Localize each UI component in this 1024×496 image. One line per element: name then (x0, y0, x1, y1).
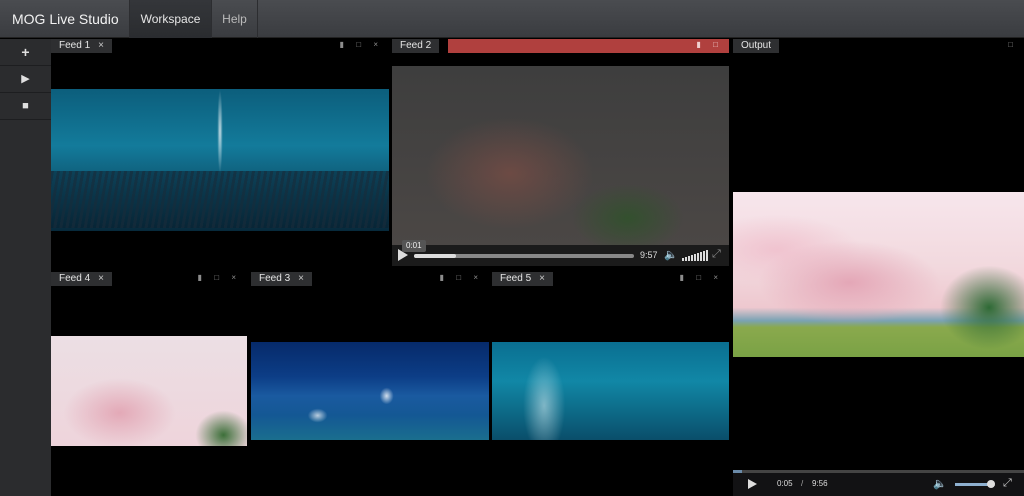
feed3-label: Feed 3 (259, 273, 291, 284)
feed4-header: Feed 4 × ▮ □ × (51, 272, 247, 286)
feed2-active-bar (448, 39, 729, 53)
feed1-label: Feed 1 (59, 40, 91, 51)
output-duration: 9:56 (812, 479, 828, 488)
feed1-panel-icons[interactable]: ▮ □ × (340, 40, 383, 52)
output-label: Output (741, 40, 772, 51)
feed3-tab[interactable]: Feed 3 × (251, 272, 312, 286)
feed4-panel-icons[interactable]: ▮ □ × (198, 273, 241, 285)
volume-bar (691, 255, 693, 261)
stop-button[interactable]: ■ (0, 93, 51, 120)
feed5-panel-icons[interactable]: ▮ □ × (680, 273, 723, 285)
output-player-controls: 0:05 / 9:56 🔈 ⤢ (733, 473, 1024, 496)
volume-bar (697, 253, 699, 261)
feed2-tab[interactable]: Feed 2 (392, 39, 440, 53)
volume-bar (688, 256, 690, 261)
output-video[interactable] (733, 192, 1024, 357)
feed2-video[interactable] (392, 66, 729, 245)
top-bar: MOG Live Studio Workspace Help (0, 0, 1024, 38)
output-panel-icons[interactable]: □ (1008, 40, 1018, 52)
feed3-panel-icons[interactable]: ▮ □ × (440, 273, 483, 285)
output-time-separator: / (801, 479, 804, 488)
feed2-header: Feed 2 ▮ □ (392, 39, 729, 53)
output-play-icon[interactable] (748, 479, 757, 489)
feed2-seek-bar[interactable] (414, 254, 634, 258)
feed3-close-icon[interactable]: × (298, 273, 304, 284)
menu-help[interactable]: Help (211, 0, 258, 38)
play-button[interactable]: ▶ (0, 66, 51, 93)
feed2-label: Feed 2 (400, 40, 432, 51)
feed4-label: Feed 4 (59, 273, 91, 284)
feed2-time-tooltip: 0:01 (402, 240, 426, 252)
play-icon: ▶ (21, 73, 30, 85)
feed2-panel-icons[interactable]: ▮ □ (697, 40, 723, 52)
feed5-tab[interactable]: Feed 5 × (492, 272, 553, 286)
feed4-video[interactable] (51, 336, 247, 446)
volume-bar (700, 252, 702, 261)
feed2-player-controls: 9:57 🔈 ⤢ (392, 245, 729, 266)
output-volume-fill (955, 483, 991, 486)
feed2-volume-icon[interactable]: 🔈 (664, 248, 678, 261)
feed4-tab[interactable]: Feed 4 × (51, 272, 112, 286)
feed2-volume-bars[interactable] (682, 249, 708, 261)
feed3-video[interactable] (251, 342, 489, 440)
output-tab[interactable]: Output (733, 39, 780, 53)
output-current-time: 0:05 (777, 479, 793, 488)
feed1-video[interactable] (51, 89, 389, 231)
feed5-close-icon[interactable]: × (539, 273, 545, 284)
menu-workspace[interactable]: Workspace (129, 0, 211, 38)
feed2-fullscreen-icon[interactable]: ⤢ (712, 248, 721, 261)
feed1-tab[interactable]: Feed 1 × (51, 39, 112, 53)
volume-bar (706, 250, 708, 261)
feed2-seek-fill (414, 254, 456, 258)
output-volume-knob[interactable] (987, 480, 995, 488)
volume-bar (685, 257, 687, 261)
volume-bar (694, 254, 696, 261)
feed5-header: Feed 5 × ▮ □ × (492, 272, 729, 286)
output-volume-slider[interactable] (955, 480, 995, 488)
feed5-label: Feed 5 (500, 273, 532, 284)
left-toolbar: + ▶ ■ (0, 39, 51, 496)
feed1-close-icon[interactable]: × (98, 40, 104, 51)
feed2-duration: 9:57 (640, 250, 658, 260)
output-header: Output □ (733, 39, 1024, 53)
feed4-close-icon[interactable]: × (98, 273, 104, 284)
app-title: MOG Live Studio (12, 11, 119, 27)
stop-icon: ■ (22, 100, 29, 112)
volume-bar (682, 258, 684, 261)
feed1-header: Feed 1 × ▮ □ × (51, 39, 389, 53)
output-fullscreen-icon[interactable]: ⤢ (1003, 477, 1012, 490)
add-feed-button[interactable]: + (0, 39, 51, 66)
feed3-header: Feed 3 × ▮ □ × (251, 272, 489, 286)
add-icon: + (21, 44, 30, 60)
volume-bar (703, 251, 705, 261)
output-volume-icon[interactable]: 🔈 (933, 477, 947, 490)
feed5-video[interactable] (492, 342, 729, 440)
